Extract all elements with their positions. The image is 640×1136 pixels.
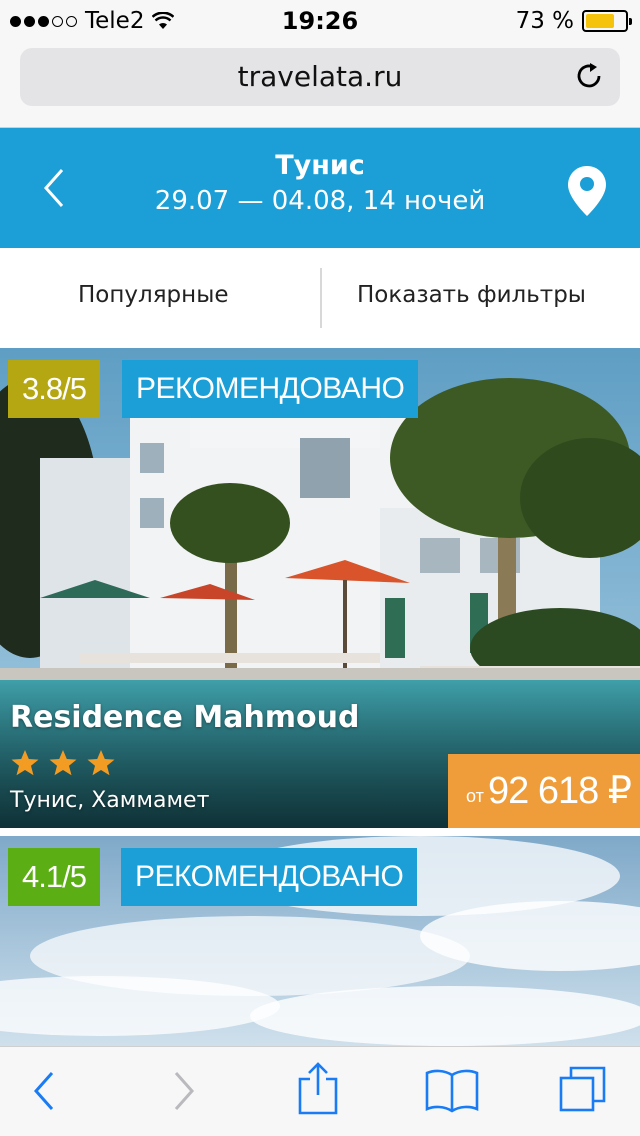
url-text[interactable]: travelata.ru: [20, 60, 620, 93]
address-field[interactable]: travelata.ru: [20, 48, 620, 106]
recommended-badge: РЕКОМЕНДОВАНО: [122, 360, 419, 418]
rating-badge: 3.8/5: [8, 360, 100, 418]
hotel-location: Тунис, Хаммамет: [10, 788, 210, 813]
price-prefix: от: [466, 786, 484, 806]
reload-icon[interactable]: [574, 61, 604, 91]
share-icon[interactable]: [296, 1061, 340, 1117]
star-icon: [49, 750, 77, 776]
battery-percent: 73 %: [515, 8, 574, 34]
browser-url-bar: travelata.ru: [0, 40, 640, 128]
star-icon: [11, 750, 39, 776]
price-value: 92 618 ₽: [488, 770, 632, 812]
status-bar: Tele2 19:26 73 %: [0, 0, 640, 40]
destination-title: Тунис: [275, 150, 365, 181]
forward-icon[interactable]: [170, 1067, 198, 1115]
divider: [320, 268, 322, 328]
map-pin-icon[interactable]: [566, 164, 608, 218]
back-icon[interactable]: [30, 1067, 58, 1115]
hotel-card[interactable]: 4.1/5 РЕКОМЕНДОВАНО: [0, 836, 640, 1046]
rating-badge: 4.1/5: [8, 848, 100, 906]
tabs-icon[interactable]: [558, 1065, 608, 1115]
recommended-badge: РЕКОМЕНДОВАНО: [121, 848, 418, 906]
hotel-stars: [10, 748, 116, 778]
battery-icon: [582, 10, 632, 32]
show-filters-button[interactable]: Показать фильтры: [357, 282, 586, 308]
star-icon: [87, 750, 115, 776]
hotel-card[interactable]: 3.8/5 РЕКОМЕНДОВАНО Residence Mahmoud Ту…: [0, 348, 640, 828]
sort-filter-bar: Популярные Показать фильтры: [0, 248, 640, 348]
status-right: 73 %: [515, 8, 632, 34]
price-tag[interactable]: от 92 618 ₽: [448, 754, 640, 828]
bookmarks-icon[interactable]: [424, 1067, 480, 1115]
dates-subtitle: 29.07 — 04.08, 14 ночей: [154, 186, 486, 216]
sort-popular-button[interactable]: Популярные: [78, 282, 229, 308]
browser-toolbar: [0, 1046, 640, 1136]
hotel-name[interactable]: Residence Mahmoud: [10, 700, 360, 735]
search-header: Тунис 29.07 — 04.08, 14 ночей: [0, 128, 640, 248]
